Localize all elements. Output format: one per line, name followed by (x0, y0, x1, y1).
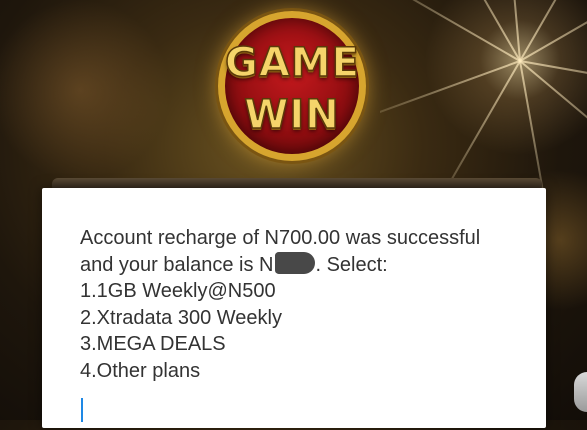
floating-side-button[interactable] (574, 372, 587, 412)
logo-top-word: GAME (224, 39, 360, 87)
redacted-balance (275, 251, 316, 274)
reply-input[interactable] (80, 396, 510, 430)
balance-line: and your balance is N . Select: (80, 251, 530, 279)
ussd-dialog: Account recharge of N700.00 was successf… (42, 188, 546, 430)
menu-option-2: 2.Xtradata 300 Weekly (80, 306, 282, 329)
text-cursor (81, 398, 83, 422)
menu-option-1: 1.1GB Weekly@N500 (80, 280, 276, 302)
game-win-logo: GAME WIN (218, 11, 366, 161)
message-line: Account recharge of N700.00 was successf… (80, 227, 481, 249)
balance-text-after: . Select: (315, 253, 388, 276)
logo-bottom-word: WIN (244, 91, 340, 139)
light-rays (380, 0, 587, 190)
ussd-message: Account recharge of N700.00 was successf… (80, 225, 530, 384)
menu-option-4: 4.Other plans (80, 359, 201, 382)
menu-option-3: 3.MEGA DEALS (80, 333, 226, 355)
balance-text-before: and your balance is N (80, 253, 274, 276)
